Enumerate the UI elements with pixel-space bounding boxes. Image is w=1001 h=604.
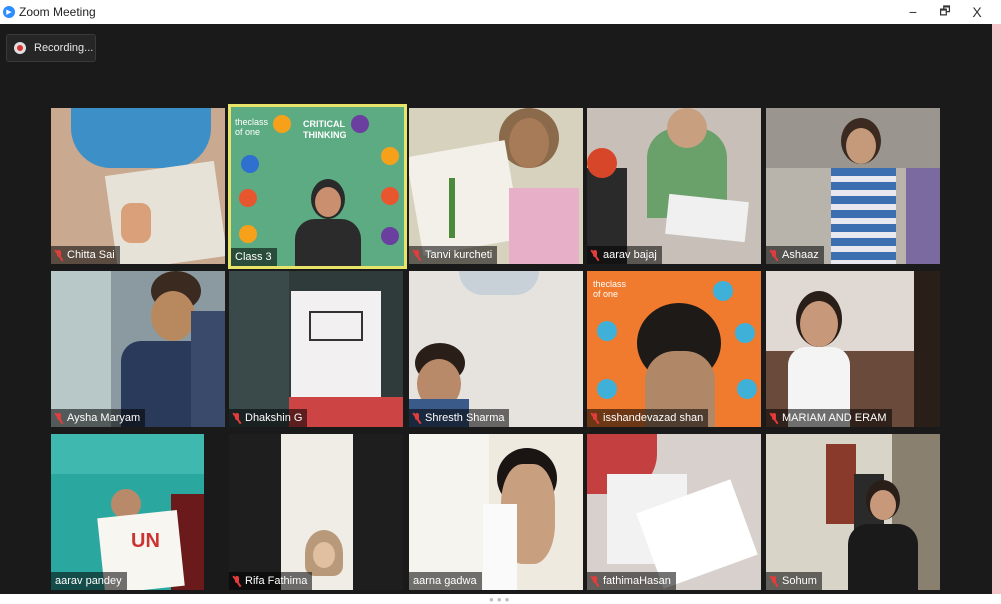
participant-tile[interactable]: Tanvi kurcheti <box>409 108 583 264</box>
right-edge-strip <box>992 24 1001 594</box>
participant-tile[interactable]: Shresth Sharma <box>409 271 583 427</box>
participant-name-tag: aarna gadwa <box>409 572 482 590</box>
participant-tile[interactable]: aarav bajaj <box>587 108 761 264</box>
participant-name: Sohum <box>782 575 817 587</box>
participant-name: Ashaaz <box>782 249 819 261</box>
participant-name: Rifa Fathima <box>245 575 308 587</box>
participant-name-tag: aarav bajaj <box>587 246 662 264</box>
participant-name: aarav pandey <box>55 575 122 587</box>
mic-muted-icon <box>54 249 64 261</box>
more-dots-icon[interactable]: ●●● <box>489 595 513 604</box>
window-titlebar: ▶ Zoom Meeting − 🗗 X <box>0 0 1001 24</box>
participant-name-tag: isshandevazad shan <box>587 409 709 427</box>
participant-tile[interactable]: MARIAM AND ERAM <box>766 271 940 427</box>
participant-name: MARIAM AND ERAM <box>782 412 887 424</box>
slide-brand: theclass of one <box>593 279 627 299</box>
mic-muted-icon <box>590 575 600 587</box>
participant-name-tag: Shresth Sharma <box>409 409 510 427</box>
mic-muted-icon <box>590 412 600 424</box>
maximize-button[interactable]: 🗗 <box>929 0 961 24</box>
zoom-app-icon: ▶ <box>3 6 15 18</box>
participant-tile[interactable]: aarna gadwa <box>409 434 583 590</box>
mic-muted-icon <box>412 412 422 424</box>
close-button[interactable]: X <box>961 0 993 24</box>
participant-name: aarna gadwa <box>413 575 477 587</box>
participant-name-tag: MARIAM AND ERAM <box>766 409 892 427</box>
mic-muted-icon <box>769 249 779 261</box>
participant-tile[interactable]: Rifa Fathima <box>229 434 403 590</box>
participant-name-tag: Aysha Maryam <box>51 409 146 427</box>
participant-tile[interactable]: Aysha Maryam <box>51 271 225 427</box>
mic-muted-icon <box>232 412 242 424</box>
mic-muted-icon <box>590 249 600 261</box>
participant-tile[interactable]: theclass of one isshandevazad shan <box>587 271 761 427</box>
participant-name: Chitta Sai <box>67 249 115 261</box>
participant-name: aarav bajaj <box>603 249 657 261</box>
mic-muted-icon <box>412 249 422 261</box>
participant-name: fathimaHasan <box>603 575 671 587</box>
participant-name: Aysha Maryam <box>67 412 141 424</box>
participant-name: Tanvi kurcheti <box>425 249 493 261</box>
participant-tile-active[interactable]: theclass of one CRITICAL THINKING Class … <box>228 104 407 269</box>
participant-name-tag: aarav pandey <box>51 572 127 590</box>
participant-tile[interactable]: Dhakshin G <box>229 271 403 427</box>
participant-name: Dhakshin G <box>245 412 303 424</box>
participant-name-tag: Chitta Sai <box>51 246 120 264</box>
participant-name: Class 3 <box>235 251 272 263</box>
participant-name: isshandevazad shan <box>603 412 704 424</box>
mic-muted-icon <box>54 412 64 424</box>
participant-tile[interactable]: Ashaaz <box>766 108 940 264</box>
participant-name-tag: Sohum <box>766 572 822 590</box>
participant-name-tag: Tanvi kurcheti <box>409 246 498 264</box>
mic-muted-icon <box>769 412 779 424</box>
mic-muted-icon <box>769 575 779 587</box>
participant-tile[interactable]: Chitta Sai <box>51 108 225 264</box>
participant-name-tag: Dhakshin G <box>229 409 308 427</box>
participant-name-tag: fathimaHasan <box>587 572 676 590</box>
participant-tile[interactable]: Sohum <box>766 434 940 590</box>
participant-tile[interactable]: fathimaHasan <box>587 434 761 590</box>
recording-label: Recording... <box>34 42 94 54</box>
window-title: Zoom Meeting <box>19 5 96 19</box>
minimize-button[interactable]: − <box>897 0 929 24</box>
window-controls: − 🗗 X <box>897 0 993 24</box>
participant-name-tag: Class 3 <box>231 248 277 266</box>
participant-name-tag: Rifa Fathima <box>229 572 313 590</box>
record-icon <box>14 42 26 54</box>
mic-muted-icon <box>232 575 242 587</box>
participant-name: Shresth Sharma <box>425 412 505 424</box>
slide-heading: CRITICAL THINKING <box>303 119 347 140</box>
participant-name-tag: Ashaaz <box>766 246 824 264</box>
slide-brand: theclass of one <box>235 117 269 137</box>
participant-tile[interactable]: UN aarav pandey <box>51 434 204 590</box>
recording-indicator[interactable]: Recording... <box>6 34 96 62</box>
